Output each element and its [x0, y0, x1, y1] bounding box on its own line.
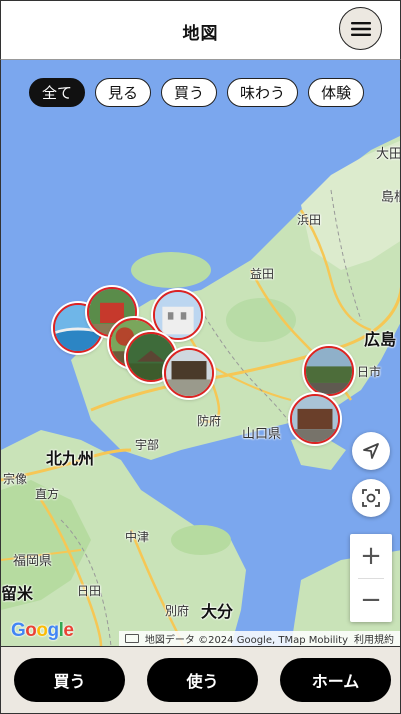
place-label-kurume: 留米: [1, 584, 34, 603]
scenery-photo-icon: [306, 348, 352, 394]
place-label-ube: 宇部: [135, 438, 160, 452]
zoom-in-button[interactable]: +: [350, 534, 392, 578]
place-label-fukuoka: 福岡県: [13, 554, 53, 569]
zoom-out-button[interactable]: −: [350, 578, 392, 622]
place-label-hiroshima: 広島: [364, 330, 397, 349]
photo-pin-street[interactable]: [164, 348, 214, 398]
place-label-hamada: 浜田: [297, 213, 322, 227]
place-label-nakatsu: 中津: [125, 530, 150, 544]
recenter-button[interactable]: [352, 479, 390, 517]
place-label-ohda: 大田: [376, 147, 401, 162]
place-label-beppu: 別府: [165, 604, 190, 618]
menu-button[interactable]: [339, 7, 382, 50]
zoom-controls: + −: [350, 534, 392, 622]
my-location-button[interactable]: [352, 432, 390, 470]
place-label-hofu: 防府: [197, 414, 222, 428]
google-logo: Google: [11, 620, 74, 641]
place-label-shimane: 島根: [381, 190, 400, 205]
photo-pin-building[interactable]: [153, 290, 203, 340]
app-header: 地図: [0, 0, 401, 60]
home-button[interactable]: ホーム: [280, 658, 391, 702]
place-label-oita: 大分: [201, 602, 234, 621]
filter-see-chip[interactable]: 見る: [95, 78, 152, 107]
filter-buy-chip[interactable]: 買う: [161, 78, 218, 107]
bottom-navigation: 買う 使う ホーム: [0, 646, 401, 714]
zoom-out-icon: −: [360, 585, 382, 615]
attribution-text: 地図データ ©2024 Google, TMap Mobility: [144, 635, 348, 646]
building-photo-icon: [155, 292, 201, 338]
photo-pin-town[interactable]: [290, 394, 340, 444]
zoom-in-icon: +: [360, 541, 382, 571]
terms-link[interactable]: 利用規約: [354, 631, 394, 646]
focus-target-icon: [362, 489, 380, 507]
keyboard-shortcuts-icon[interactable]: [124, 634, 139, 643]
navigation-arrow-icon: [363, 443, 379, 459]
town-photo-icon: [292, 396, 338, 442]
street-photo-icon: [166, 350, 212, 396]
buy-button[interactable]: 買う: [14, 658, 125, 702]
hamburger-menu-icon: [350, 21, 371, 36]
filter-all-chip[interactable]: 全て: [29, 78, 86, 107]
filter-taste-chip[interactable]: 味わう: [227, 78, 299, 107]
place-label-yamaguchi: 山口県: [242, 427, 282, 442]
map-attribution-bar: 地図データ ©2024 Google, TMap Mobility 利用規約: [118, 631, 400, 646]
place-label-munakata: 宗像: [3, 472, 28, 486]
filter-experience-chip[interactable]: 体験: [308, 78, 365, 107]
photo-pin-hiroshima[interactable]: [304, 346, 354, 396]
use-button[interactable]: 使う: [147, 658, 258, 702]
place-label-masuda: 益田: [250, 267, 275, 281]
map-view[interactable]: 全て 見る 買う 味わう 体験 大田 島根 浜田 益田 広島 日市 防府 山口県…: [0, 60, 401, 646]
place-label-hatsukaichi: 日市: [357, 365, 382, 379]
place-label-kitakyushu: 北九州: [46, 449, 95, 468]
category-filter-bar: 全て 見る 買う 味わう 体験: [29, 78, 365, 107]
place-label-nogata: 直方: [35, 487, 60, 501]
place-label-hita: 日田: [77, 584, 102, 598]
